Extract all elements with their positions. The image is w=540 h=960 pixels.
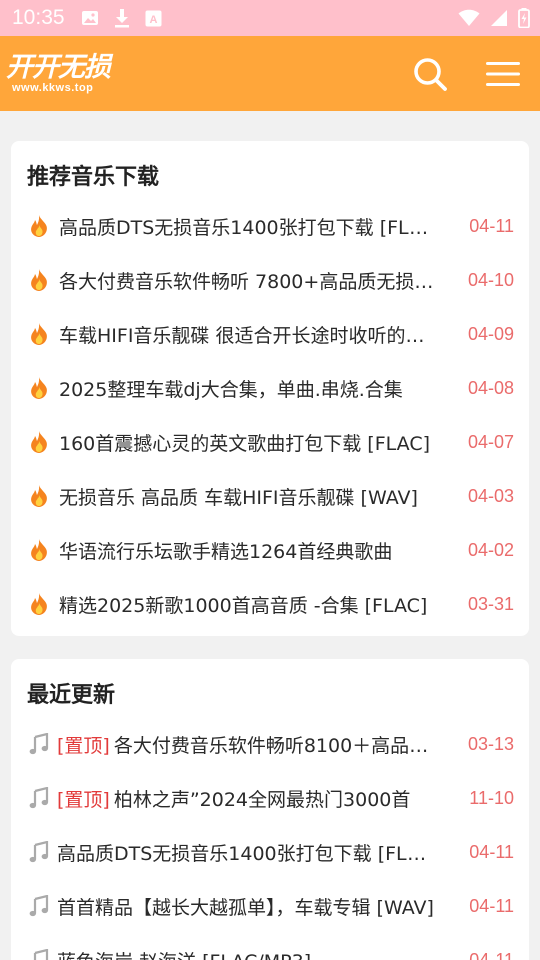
recommend-item[interactable]: 华语流行乐坛歌手精选1264首经典歌曲 04-02 [11, 523, 529, 577]
recommend-item[interactable]: 高品质DTS无损音乐1400张打包下载 [FLAC] 04-11 [11, 199, 529, 253]
item-title: 160首震撼心灵的英文歌曲打包下载 [FLAC] [59, 429, 468, 456]
latest-item[interactable]: 蓝色海岸 赵海洋 [FLAC/MP3] 04-11 [11, 933, 529, 960]
music-note-icon [27, 840, 51, 864]
menu-icon [486, 61, 520, 86]
latest-item[interactable]: 首首精品【越长大越孤单】，车载专辑 [WAV] 04-11 [11, 879, 529, 933]
latest-item[interactable]: 高品质DTS无损音乐1400张打包下载 [FLAC] 04-11 [11, 825, 529, 879]
item-title: 首首精品【越长大越孤单】，车载专辑 [WAV] [57, 893, 469, 920]
latest-title: 最近更新 [27, 683, 116, 708]
recommend-item[interactable]: 2025整理车载dj大合集，单曲.串烧.合集 04-08 [11, 361, 529, 415]
item-title-text: 2025整理车载dj大合集，单曲.串烧.合集 [59, 378, 403, 401]
item-title-text: 高品质DTS无损音乐1400张打包下载 [FLAC] [57, 842, 441, 865]
fire-icon [27, 592, 51, 616]
header-actions [412, 56, 520, 92]
item-date: 04-07 [467, 431, 514, 452]
item-title: 各大付费音乐软件畅听 7800+高品质无损音乐 [59, 267, 468, 294]
svg-text:A: A [149, 14, 157, 26]
item-date: 03-13 [467, 733, 514, 754]
logo[interactable]: 开开无损 www.kkws.top [6, 51, 111, 94]
recommend-title: 推荐音乐下载 [27, 165, 160, 190]
item-title: 精选2025新歌1000首高音质 -合集 [FLAC] [59, 591, 468, 618]
item-date: 03-31 [467, 593, 514, 614]
download-notification-icon [114, 9, 129, 28]
logo-text: 开开无损 [6, 51, 111, 83]
music-note-icon [27, 894, 51, 918]
fire-icon [27, 376, 51, 400]
item-date: 04-10 [467, 269, 514, 290]
item-title: 无损音乐 高品质 车载HIFI音乐靓碟 [WAV] [59, 483, 468, 510]
item-date: 04-08 [467, 377, 514, 398]
item-title: 2025整理车载dj大合集，单曲.串烧.合集 [59, 375, 468, 402]
latest-card: 最近更新 [置顶] 各大付费音乐软件畅听8100＋高品质无损音乐 03-13 [置顶]… [11, 659, 529, 960]
item-title: 华语流行乐坛歌手精选1264首经典歌曲 [59, 537, 468, 564]
item-title-text: 高品质DTS无损音乐1400张打包下载 [FLAC] [59, 216, 443, 239]
app-notification-icon: A [145, 10, 162, 26]
music-note-icon [27, 948, 51, 960]
item-title: 蓝色海岸 赵海洋 [FLAC/MP3] [57, 947, 469, 960]
item-date: 04-02 [467, 539, 514, 560]
music-note-icon [27, 732, 51, 756]
app-header: 开开无损 www.kkws.top [0, 36, 540, 111]
recommend-item[interactable]: 精选2025新歌1000首高音质 -合集 [FLAC] 03-31 [11, 577, 529, 631]
menu-button[interactable] [486, 61, 520, 87]
system-icons [458, 8, 530, 28]
item-title-text: 柏林之声”2024全网最热门3000首 [113, 788, 411, 811]
pinned-badge: [置顶] [57, 788, 110, 811]
notification-icons: A [81, 8, 162, 28]
fire-icon [27, 214, 51, 238]
item-date: 04-03 [467, 485, 514, 506]
item-title-text: 各大付费音乐软件畅听8100＋高品质无损音乐 [113, 734, 468, 757]
pinned-badge: [置顶] [57, 734, 110, 757]
item-title-text: 华语流行乐坛歌手精选1264首经典歌曲 [59, 540, 393, 563]
item-title: 高品质DTS无损音乐1400张打包下载 [FLAC] [59, 213, 469, 240]
item-date: 04-09 [467, 323, 514, 344]
recommend-item[interactable]: 车载HIFI音乐靓碟 很适合开长途时收听的歌曲 04-09 [11, 307, 529, 361]
item-title-text: 各大付费音乐软件畅听 7800+高品质无损音乐 [59, 270, 453, 293]
item-title-text: 无损音乐 高品质 车载HIFI音乐靓碟 [WAV] [59, 486, 418, 509]
latest-list: [置顶] 各大付费音乐软件畅听8100＋高品质无损音乐 03-13 [置顶] 柏林之声”… [11, 717, 529, 960]
item-date: 04-11 [469, 841, 514, 862]
recommend-item[interactable]: 各大付费音乐软件畅听 7800+高品质无损音乐 04-10 [11, 253, 529, 307]
search-icon [414, 57, 447, 91]
recommend-item[interactable]: 160首震撼心灵的英文歌曲打包下载 [FLAC] 04-07 [11, 415, 529, 469]
battery-icon [518, 8, 530, 28]
fire-icon [27, 322, 51, 346]
item-date: 04-11 [469, 215, 514, 236]
item-title-text: 精选2025新歌1000首高音质 -合集 [FLAC] [59, 594, 428, 617]
signal-icon [491, 10, 507, 26]
fire-icon [27, 430, 51, 454]
status-time: 10:35 [12, 6, 65, 29]
item-title-text: 车载HIFI音乐靓碟 很适合开长途时收听的歌曲 [59, 324, 444, 347]
latest-item[interactable]: [置顶] 柏林之声”2024全网最热门3000首 11-10 [11, 771, 529, 825]
item-date: 04-11 [469, 895, 514, 916]
item-title-text: 首首精品【越长大越孤单】，车载专辑 [WAV] [57, 896, 434, 919]
item-date: 11-10 [469, 787, 514, 808]
fire-icon [27, 538, 51, 562]
latest-item[interactable]: [置顶] 各大付费音乐软件畅听8100＋高品质无损音乐 03-13 [11, 717, 529, 771]
status-bar: 10:35 A [0, 0, 540, 36]
item-date: 04-11 [469, 949, 514, 960]
item-title-text: 160首震撼心灵的英文歌曲打包下载 [FLAC] [59, 432, 431, 455]
recommend-list: 高品质DTS无损音乐1400张打包下载 [FLAC] 04-11 各大付费音乐软件畅… [11, 199, 529, 631]
item-title: 高品质DTS无损音乐1400张打包下载 [FLAC] [57, 839, 469, 866]
music-note-icon [27, 786, 51, 810]
item-title: [置顶] 各大付费音乐软件畅听8100＋高品质无损音乐 [57, 731, 468, 758]
recommend-item[interactable]: 无损音乐 高品质 车载HIFI音乐靓碟 [WAV] 04-03 [11, 469, 529, 523]
search-button[interactable] [412, 56, 448, 92]
logo-subtext: www.kkws.top [12, 81, 94, 94]
recommend-card: 推荐音乐下载 高品质DTS无损音乐1400张打包下载 [FLAC] 04-11 各大… [11, 141, 529, 636]
fire-icon [27, 268, 51, 292]
wifi-icon [458, 9, 480, 26]
item-title: 车载HIFI音乐靓碟 很适合开长途时收听的歌曲 [59, 321, 468, 348]
image-notification-icon [81, 11, 98, 25]
item-title: [置顶] 柏林之声”2024全网最热门3000首 [57, 785, 469, 812]
item-title-text: 蓝色海岸 赵海洋 [FLAC/MP3] [57, 951, 311, 960]
fire-icon [27, 484, 51, 508]
